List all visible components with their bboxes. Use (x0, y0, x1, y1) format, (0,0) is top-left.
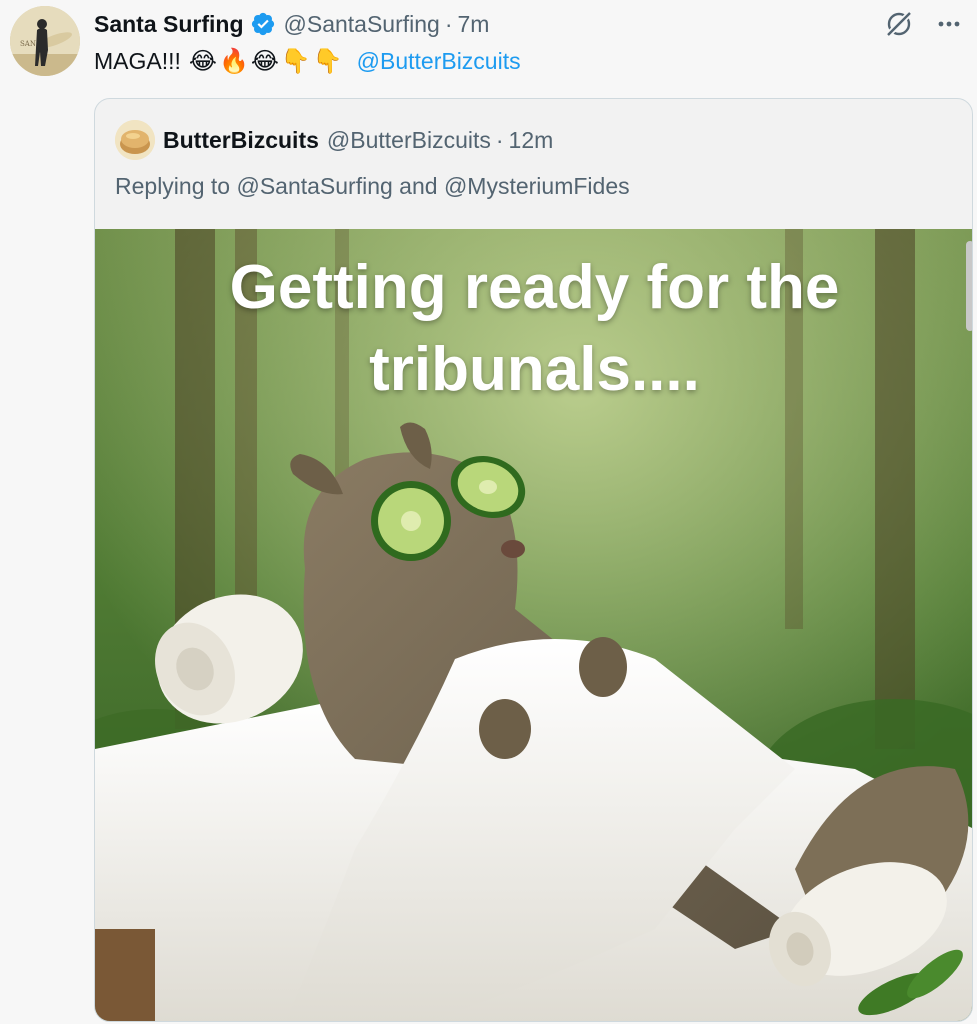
quote-display-name[interactable]: ButterBizcuits (163, 127, 319, 154)
svg-text:SAN: SAN (20, 40, 36, 48)
timestamp[interactable]: 7m (458, 11, 490, 38)
replying-to-and: and (392, 172, 444, 199)
more-icon[interactable] (929, 4, 969, 44)
tweet-header: Santa Surfing @SantaSurfing · 7m (94, 8, 489, 40)
grok-icon[interactable] (879, 4, 919, 44)
display-name[interactable]: Santa Surfing (94, 11, 244, 38)
replying-to: Replying to @SantaSurfing and @Mysterium… (115, 169, 630, 203)
quote-header: ButterBizcuits @ButterBizcuits · 12m (115, 119, 553, 161)
replying-to-user-2[interactable]: @MysteriumFides (444, 173, 630, 200)
butter-biscuit-avatar-icon (115, 120, 155, 160)
scrollbar[interactable] (966, 241, 972, 331)
tweet[interactable]: SAN Santa Surfing @SantaSurfing · 7m MAG… (0, 0, 977, 1024)
emoji-row: 😂🔥😂👇👇 (188, 47, 345, 75)
tweet-actions-top (879, 4, 969, 44)
separator: · (444, 10, 453, 37)
replying-to-user-1[interactable]: @SantaSurfing (236, 173, 392, 200)
quote-tweet[interactable]: ButterBizcuits @ButterBizcuits · 12m Rep… (94, 98, 973, 1022)
mention-link[interactable]: @ButterBizcuits (357, 48, 521, 75)
quote-separator: · (495, 126, 504, 153)
verified-badge-icon (250, 11, 276, 37)
quote-handle[interactable]: @ButterBizcuits (327, 127, 491, 154)
avatar[interactable]: SAN (10, 6, 80, 76)
media-caption: Getting ready for the tribunals.... (229, 253, 840, 404)
santa-surfing-avatar-icon: SAN (10, 6, 80, 76)
quote-timestamp[interactable]: 12m (509, 127, 554, 154)
tweet-text-body: MAGA!!! (94, 47, 181, 74)
replying-to-prefix: Replying to (115, 172, 237, 199)
quote-avatar[interactable] (115, 120, 155, 160)
tweet-text: MAGA!!! 😂🔥😂👇👇 @ButterBizcuits (94, 44, 521, 78)
handle[interactable]: @SantaSurfing (284, 11, 440, 38)
quote-media[interactable]: Getting ready for the tribunals.... (95, 229, 972, 1021)
